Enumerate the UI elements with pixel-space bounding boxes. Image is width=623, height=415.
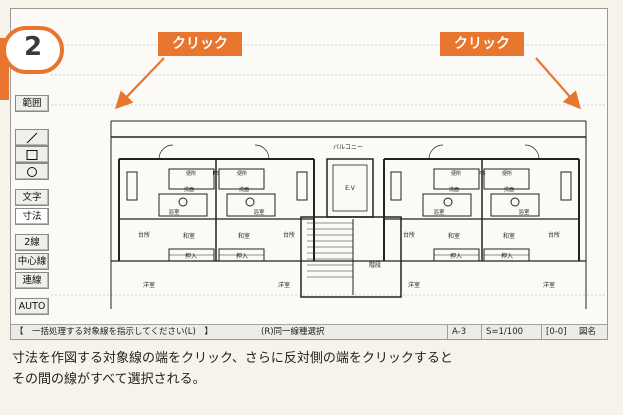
- drawing-canvas[interactable]: バルコニー台所 台所 和室 和室押入 押入 浴室 浴室 便所 便所 P.S 洗面 洗面洋室 洋室 台所 台所…: [11, 9, 608, 325]
- plan-label: 浴室: [433, 208, 445, 216]
- line-tool-button[interactable]: [15, 129, 49, 146]
- plan-label: E.V: [345, 185, 356, 192]
- plan-label: 洗面: [449, 186, 459, 193]
- plan-label: 和室: [503, 232, 515, 240]
- circle-tool-icon: [27, 166, 37, 177]
- plan-label: 洋室: [408, 281, 420, 289]
- plan-label: P.S: [213, 171, 220, 177]
- auto-mode-button[interactable]: AUTO: [15, 298, 49, 315]
- plan-label: 洗面: [504, 186, 514, 193]
- caption-line-1: 寸法を作図する対象線の端をクリック、さらに反対側の端をクリックすると: [12, 351, 453, 366]
- centerline-tool-button[interactable]: 中心線: [15, 253, 49, 270]
- cad-screenshot: バルコニー台所 台所 和室 和室押入 押入 浴室 浴室 便所 便所 P.S 洗面 洗面洋室 洋室 台所 台所…: [10, 8, 608, 340]
- plan-label: 台所: [138, 231, 150, 239]
- plan-label: 便所: [502, 170, 512, 177]
- plan-label: 台所: [403, 231, 415, 239]
- plan-label: 浴室: [518, 208, 530, 216]
- step-number: 2: [24, 32, 43, 62]
- range-button[interactable]: 範囲: [15, 95, 49, 112]
- click-callout-left: クリック: [158, 32, 242, 56]
- continuous-line-tool-button[interactable]: 連線: [15, 272, 49, 289]
- plan-label: 便所: [186, 170, 196, 177]
- plan-label: 和室: [183, 232, 195, 240]
- plan-label: 洋室: [278, 281, 290, 289]
- dimension-tool-button[interactable]: 寸法: [15, 208, 49, 225]
- text-tool-button[interactable]: 文字: [15, 189, 49, 206]
- plan-label: P.S: [479, 171, 486, 177]
- plan-label: 押入: [185, 252, 197, 260]
- rectangle-tool-icon: [26, 149, 38, 160]
- click-callout-right: クリック: [440, 32, 524, 56]
- circle-tool-button[interactable]: [15, 163, 49, 180]
- plan-label: 押入: [236, 252, 248, 260]
- plan-label: 押入: [450, 252, 462, 260]
- plan-label: 洋室: [543, 281, 555, 289]
- caption-line-2: その間の線がすべて選択される。: [12, 372, 206, 387]
- plan-label: 浴室: [253, 208, 265, 216]
- plan-label: 洗面: [184, 186, 194, 193]
- plan-label: 和室: [238, 232, 250, 240]
- double-line-tool-button[interactable]: 2線: [15, 234, 49, 251]
- line-tool-icon: [26, 132, 38, 143]
- figure-caption: 寸法を作図する対象線の端をクリック、さらに反対側の端をクリックすると その間の線…: [12, 348, 612, 390]
- plan-label: 台所: [548, 231, 560, 239]
- plan-label: バルコニー: [333, 144, 363, 151]
- plan-label: 洗面: [239, 186, 249, 193]
- plan-label: 和室: [448, 232, 460, 240]
- plan-label: 浴室: [168, 208, 180, 216]
- plan-label: 押入: [501, 252, 513, 260]
- status-scale[interactable]: S=1/100: [481, 325, 523, 339]
- plan-label: 便所: [451, 170, 461, 177]
- plan-label: 台所: [283, 231, 295, 239]
- plan-label: 階段: [369, 261, 381, 269]
- plan-label: 洋室: [143, 281, 155, 289]
- step-badge: 2: [2, 26, 64, 74]
- status-message: 【 一括処理する対象線を指示してください(L) 】: [15, 327, 213, 337]
- plan-label: 便所: [237, 170, 247, 177]
- status-bar: 【 一括処理する対象線を指示してください(L) 】 (R)同一線種選択 A-3 …: [11, 324, 607, 339]
- rectangle-tool-button[interactable]: [15, 146, 49, 163]
- status-layer[interactable]: A-3: [447, 325, 466, 339]
- status-drawing-name[interactable]: 図名: [579, 325, 596, 339]
- status-mode[interactable]: (R)同一線種選択: [261, 325, 325, 339]
- status-group[interactable]: [0-0]: [541, 325, 567, 339]
